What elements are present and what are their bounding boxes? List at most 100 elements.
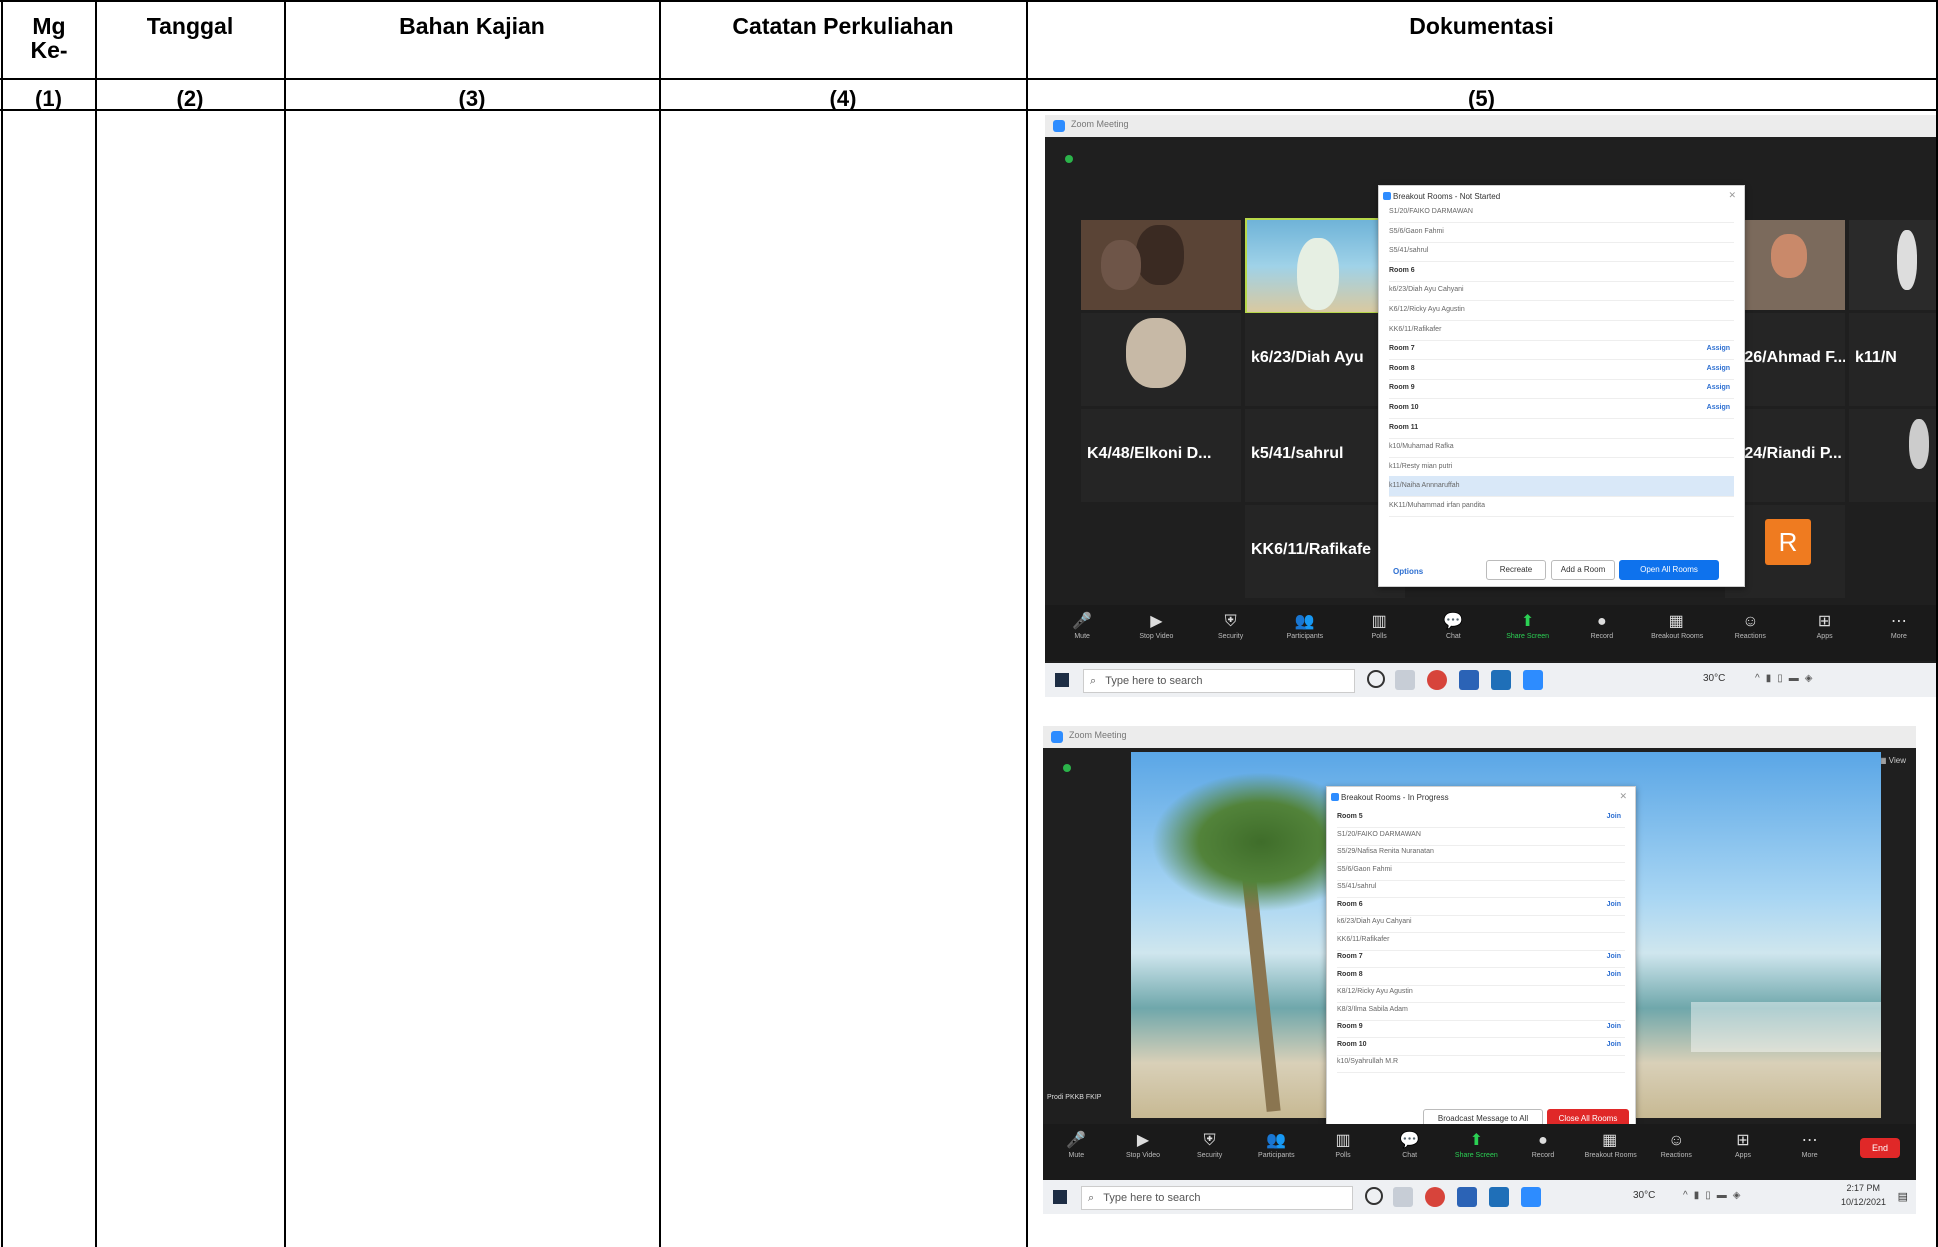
task-view-icon[interactable] [1367, 670, 1385, 688]
breakout-member-row[interactable]: KK11/Muhammad irfan pandita [1389, 496, 1734, 517]
toolbar-button-polls[interactable]: ▥ Polls [1354, 611, 1404, 640]
record-icon: ● [1538, 1132, 1548, 1149]
breakout-room-row[interactable]: Room 9 Assign [1389, 378, 1734, 400]
end-button[interactable]: End [1860, 1138, 1900, 1158]
toolbar-button-chat[interactable]: 💬 Chat [1428, 611, 1478, 640]
toolbar-button-record[interactable]: ● Record [1577, 611, 1627, 640]
member-name: k11/Naiha Annnaruffah [1389, 482, 1460, 490]
toolbar-label: Polls [1335, 1152, 1351, 1159]
toolbar-button-share-screen[interactable]: ⬆ Share Screen [1451, 1130, 1501, 1159]
breakout-member-row[interactable]: KK6/11/Rafikafer [1389, 320, 1734, 341]
toolbar-button-apps[interactable]: ⊞ Apps [1800, 611, 1850, 640]
assign-link[interactable]: Assign [1707, 398, 1730, 418]
zoom-icon [1053, 120, 1065, 132]
breakout-member-row[interactable]: K6/12/Ricky Ayu Agustin [1389, 300, 1734, 321]
add-room-button[interactable]: Add a Room [1551, 560, 1615, 580]
breakout-member-row[interactable]: S5/41/sahrul [1389, 241, 1734, 263]
toolbar-button-participants[interactable]: 👥 Participants [1251, 1130, 1301, 1159]
zoom-taskbar-icon[interactable] [1523, 670, 1543, 690]
breakout-member-row[interactable]: k10/Muhamad Rafka [1389, 437, 1734, 459]
toolbar-button-reactions[interactable]: ☺ Reactions [1651, 1130, 1701, 1159]
windows-start-icon[interactable] [1053, 1190, 1067, 1204]
waves [1691, 1002, 1881, 1052]
open-all-rooms-button[interactable]: Open All Rooms [1619, 560, 1719, 580]
toolbar-label: Participants [1286, 633, 1324, 640]
breakout-room-row[interactable]: Room 11 [1389, 418, 1734, 439]
store-icon[interactable] [1491, 670, 1511, 690]
taskbar-search-input[interactable]: ⌕ Type here to search [1081, 1186, 1353, 1210]
file-explorer-icon[interactable] [1395, 670, 1415, 690]
store-icon[interactable] [1489, 1187, 1509, 1207]
breakout-member-row[interactable]: k6/23/Diah Ayu Cahyani [1389, 280, 1734, 302]
word-icon[interactable] [1459, 670, 1479, 690]
assign-link[interactable]: Assign [1707, 339, 1730, 359]
notification-icon[interactable]: ▤ [1898, 1190, 1908, 1203]
zoom-taskbar-icon[interactable] [1521, 1187, 1541, 1207]
member-name: S5/6/Gaon Fahmi [1337, 865, 1392, 873]
table-border [0, 78, 1938, 80]
toolbar-button-polls[interactable]: ▥ Polls [1318, 1130, 1368, 1159]
breakout-room-row[interactable]: Room 8 Assign [1389, 359, 1734, 380]
word-icon[interactable] [1457, 1187, 1477, 1207]
breakout-member-row[interactable]: k10/Syahrullah M.R [1337, 1052, 1625, 1073]
member-name: S1/20/FAIKO DARMAWAN [1337, 830, 1421, 838]
toolbar-button-participants[interactable]: 👥 Participants [1280, 611, 1330, 640]
toolbar-button-record[interactable]: ● Record [1518, 1130, 1568, 1159]
video-tile-active [1245, 218, 1389, 314]
toolbar-button-mute[interactable]: 🎤 Mute [1057, 611, 1107, 640]
toolbar-button-chat[interactable]: 💬 Chat [1385, 1130, 1435, 1159]
breakout-member-row[interactable]: k11/Resty mian putri [1389, 457, 1734, 478]
toolbar-button-more[interactable]: ⋯ More [1874, 611, 1924, 640]
member-name: k11/Resty mian putri [1389, 462, 1453, 470]
chrome-icon[interactable] [1425, 1187, 1445, 1207]
room-name: Room 6 [1337, 900, 1363, 908]
breakout-member-row[interactable]: S1/20/FAIKO DARMAWAN [1389, 202, 1734, 223]
toolbar-button-security[interactable]: ⛨ Security [1206, 611, 1256, 640]
toolbar-button-breakout-rooms[interactable]: ▦ Breakout Rooms [1585, 1130, 1637, 1159]
polls-icon: ▥ [1335, 1132, 1351, 1149]
options-link[interactable]: Options [1393, 567, 1423, 576]
toolbar-button-reactions[interactable]: ☺ Reactions [1725, 611, 1775, 640]
windows-start-icon[interactable] [1055, 673, 1069, 687]
zoom-icon [1331, 793, 1339, 801]
mute-icon: 🎤 [1072, 613, 1093, 630]
toolbar-label: More [1890, 633, 1907, 640]
file-explorer-icon[interactable] [1393, 1187, 1413, 1207]
column-number: (3) [458, 86, 486, 111]
task-view-icon[interactable] [1365, 1187, 1383, 1205]
breakout-room-row[interactable]: Room 10 Assign [1389, 398, 1734, 419]
column-number: (1) [35, 86, 62, 111]
recreate-button[interactable]: Recreate [1486, 560, 1546, 580]
member-name: k6/23/Diah Ayu Cahyani [1337, 918, 1412, 925]
toolbar-button-mute[interactable]: 🎤 Mute [1051, 1130, 1101, 1159]
chrome-icon[interactable] [1427, 670, 1447, 690]
more-icon: ⋯ [1801, 1132, 1818, 1149]
polls-icon: ▥ [1371, 613, 1387, 630]
view-button[interactable]: ▦ View [1879, 756, 1906, 765]
toolbar-label: Record [1590, 633, 1614, 640]
table-border [95, 0, 97, 1247]
toolbar-button-share-screen[interactable]: ⬆ Share Screen [1503, 611, 1553, 640]
toolbar-label: More [1801, 1152, 1818, 1159]
breakout-room-row[interactable]: Room 6 [1389, 261, 1734, 282]
close-icon[interactable]: ✕ [1619, 791, 1627, 802]
breakout-room-row[interactable]: Room 7 Assign [1389, 339, 1734, 361]
toolbar-button-stop-video[interactable]: ▶ Stop Video [1131, 611, 1181, 640]
table-border [1, 0, 3, 1247]
breakout-member-row[interactable]: k11/Naiha Annnaruffah [1389, 476, 1734, 498]
video-tile [1849, 409, 1936, 502]
assign-link[interactable]: Assign [1707, 378, 1730, 398]
toolbar-label: Polls [1371, 633, 1387, 640]
record-icon: ● [1597, 613, 1607, 630]
toolbar-button-apps[interactable]: ⊞ Apps [1718, 1130, 1768, 1159]
taskbar-search-input[interactable]: ⌕ Type here to search [1083, 669, 1355, 693]
toolbar-button-stop-video[interactable]: ▶ Stop Video [1118, 1130, 1168, 1159]
assign-link[interactable]: Assign [1707, 359, 1730, 379]
close-icon[interactable]: ✕ [1728, 190, 1736, 201]
toolbar-button-more[interactable]: ⋯ More [1785, 1130, 1835, 1159]
toolbar-button-security[interactable]: ⛨ Security [1185, 1130, 1235, 1159]
toolbar-label: Reactions [1734, 633, 1766, 640]
breakout-member-row[interactable]: S5/6/Gaon Fahmi [1389, 222, 1734, 243]
toolbar-button-breakout-rooms[interactable]: ▦ Breakout Rooms [1651, 611, 1703, 640]
room-name: Room 7 [1389, 345, 1415, 353]
